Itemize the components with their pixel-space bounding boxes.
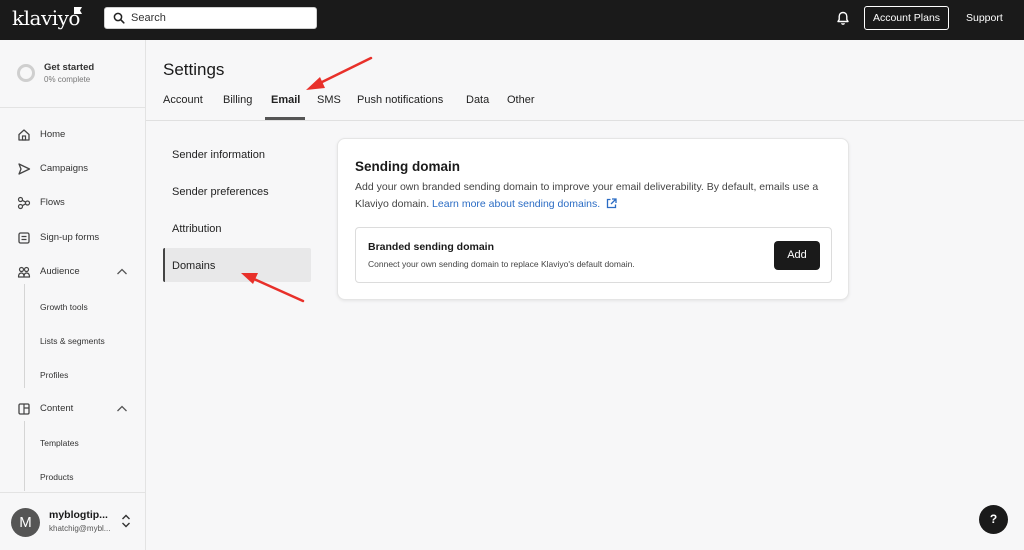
annotation-arrow-email-tab: [306, 56, 373, 90]
sidebar-subitem-lists-segments[interactable]: Lists & segments: [40, 336, 105, 346]
subnav-sender-preferences[interactable]: Sender preferences: [172, 186, 269, 198]
chevron-up-icon[interactable]: [116, 267, 128, 277]
subnav-domains[interactable]: Domains: [172, 260, 215, 272]
sidebar-item-signup-forms[interactable]: Sign-up forms: [0, 227, 145, 249]
avatar: M: [11, 508, 40, 537]
chevron-up-icon[interactable]: [116, 404, 128, 414]
sidebar-item-content[interactable]: Content: [0, 398, 145, 420]
sidebar-item-label: Campaigns: [40, 163, 89, 174]
sidebar: Get started 0% complete Home Campaigns F…: [0, 40, 146, 550]
sidebar-item-campaigns[interactable]: Campaigns: [0, 158, 145, 180]
sidebar-item-label: Sign-up forms: [40, 232, 100, 243]
home-icon: [18, 129, 30, 141]
audience-tree-line: [24, 284, 25, 388]
get-started-progress: 0% complete: [44, 75, 91, 84]
sidebar-divider: [0, 107, 145, 108]
branded-domain-subtitle: Connect your own sending domain to repla…: [368, 259, 635, 269]
sidebar-subitem-growth-tools[interactable]: Growth tools: [40, 302, 88, 312]
progress-ring-icon[interactable]: [17, 64, 35, 82]
tab-push-notifications[interactable]: Push notifications: [357, 94, 443, 106]
card-description: Add your own branded sending domain to i…: [355, 179, 825, 213]
active-tab-indicator: [265, 117, 305, 120]
account-plans-button[interactable]: Account Plans: [864, 6, 949, 30]
sidebar-subitem-templates[interactable]: Templates: [40, 438, 79, 448]
page-title: Settings: [163, 60, 225, 79]
sidebar-item-home[interactable]: Home: [0, 124, 145, 146]
logo-flag-icon: [74, 7, 82, 14]
support-link[interactable]: Support: [966, 12, 1003, 24]
send-icon: [18, 163, 31, 175]
form-icon: [18, 232, 30, 244]
sidebar-item-label: Content: [40, 403, 74, 414]
bell-icon[interactable]: [836, 11, 850, 26]
account-name: myblogtip...: [49, 509, 108, 521]
external-link-icon[interactable]: [606, 198, 617, 209]
help-button[interactable]: ?: [979, 505, 1008, 534]
subnav-sender-information[interactable]: Sender information: [172, 149, 265, 161]
tab-billing[interactable]: Billing: [223, 94, 252, 106]
content-tree-line: [24, 421, 25, 491]
sidebar-item-label: Flows: [40, 197, 65, 208]
sidebar-item-flows[interactable]: Flows: [0, 192, 145, 214]
tab-sms[interactable]: SMS: [317, 94, 341, 106]
sidebar-subitem-products[interactable]: Products: [40, 472, 74, 482]
people-icon: [17, 266, 31, 278]
sidebar-subitem-profiles[interactable]: Profiles: [40, 370, 68, 380]
klaviyo-logo[interactable]: klaviyo: [12, 6, 80, 30]
tab-account[interactable]: Account: [163, 94, 203, 106]
subnav-attribution[interactable]: Attribution: [172, 223, 222, 235]
branded-domain-row: Branded sending domain Connect your own …: [355, 227, 832, 283]
add-domain-button[interactable]: Add: [774, 241, 820, 270]
sidebar-item-audience[interactable]: Audience: [0, 261, 145, 283]
account-email: khatchig@mybl...: [49, 524, 111, 533]
branded-domain-title: Branded sending domain: [368, 241, 495, 253]
search-icon: [113, 12, 125, 24]
sidebar-item-label: Audience: [40, 266, 80, 277]
top-bar: klaviyo Account Plans Support: [0, 0, 1024, 40]
search-box[interactable]: [104, 7, 317, 29]
content-icon: [18, 403, 30, 415]
search-input[interactable]: [131, 10, 311, 26]
settings-tabs: Account Billing Email SMS Push notificat…: [146, 88, 1024, 121]
tab-other[interactable]: Other: [507, 94, 535, 106]
sidebar-item-label: Home: [40, 129, 66, 140]
get-started-title[interactable]: Get started: [44, 62, 94, 73]
card-title: Sending domain: [355, 159, 461, 174]
tab-data[interactable]: Data: [466, 94, 489, 106]
chevron-updown-icon[interactable]: [120, 513, 132, 529]
learn-more-link[interactable]: Learn more about sending domains.: [432, 198, 600, 210]
flows-icon: [17, 196, 31, 210]
tab-email[interactable]: Email: [271, 94, 300, 106]
sending-domain-card: Sending domain Add your own branded send…: [337, 138, 849, 300]
account-switcher[interactable]: M myblogtip... khatchig@mybl...: [0, 492, 145, 550]
